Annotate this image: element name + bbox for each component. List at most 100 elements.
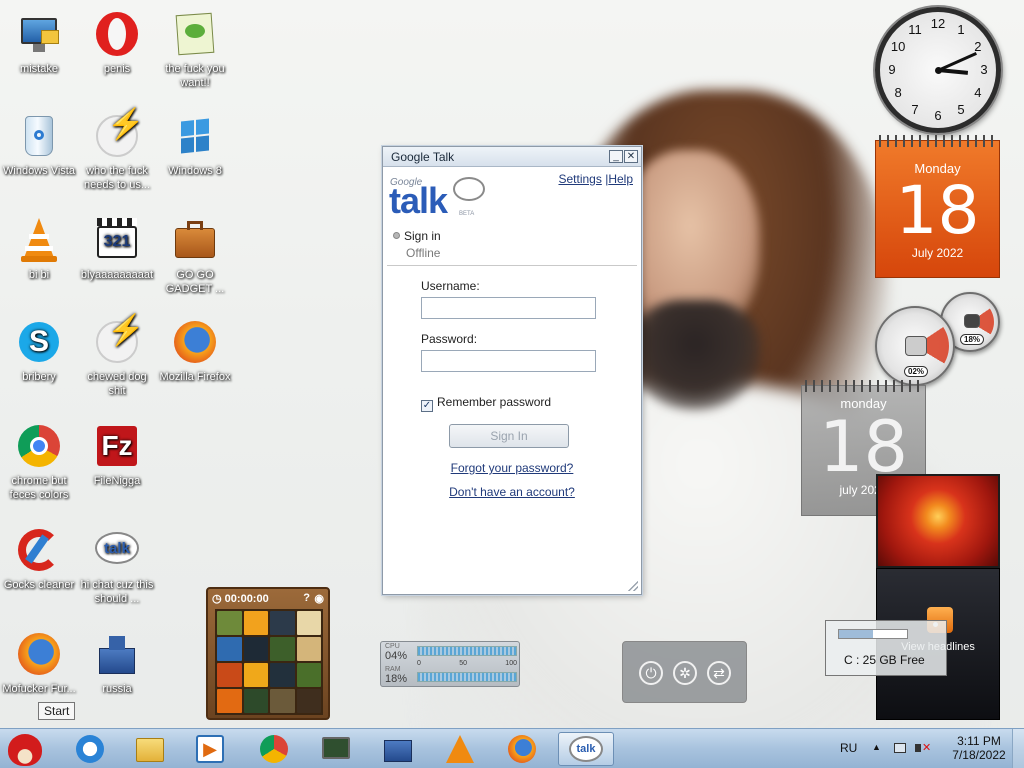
notepad-icon	[171, 10, 219, 58]
switch-user-icon[interactable]: ⇄	[707, 661, 731, 685]
language-indicator[interactable]: RU	[840, 741, 857, 755]
angry-bird-icon	[8, 734, 42, 766]
remember-password-row[interactable]: ✓ Remember password	[421, 395, 551, 412]
taskbar-item-network-monitor[interactable]	[310, 732, 362, 766]
disk-free-label: C : 25 GB Free	[844, 653, 925, 667]
desktop-icon-chewed[interactable]: ⚡ chewed dog shit	[77, 316, 157, 398]
ram-label: RAM	[385, 666, 401, 673]
forgot-password-link[interactable]: Forgot your password?	[383, 461, 641, 475]
desktop-icon-go-go-gadget[interactable]: GO GO GADGET ...	[155, 216, 235, 296]
cpu-chip-icon	[905, 336, 927, 356]
show-desktop-button[interactable]	[1012, 729, 1024, 768]
calendar-gadget-orange[interactable]: Monday 18 July 2022	[875, 135, 1000, 278]
show-hidden-icons-icon[interactable]: ▲	[872, 742, 881, 752]
calendar-rings	[802, 380, 925, 392]
desktop-icon-who-the-fuck[interactable]: ⚡ who the fuck needs to us...	[77, 110, 157, 192]
system-control-gadget: ⏻ ✲ ⇄	[622, 641, 747, 703]
skype-icon: S	[15, 318, 63, 366]
chrome-icon	[15, 422, 63, 470]
cpu-percent: 02%	[904, 366, 929, 377]
flash-icon: ⚡	[93, 110, 144, 160]
taskbar-item-internet-explorer[interactable]	[64, 732, 116, 766]
minimize-button[interactable]: _	[609, 150, 623, 163]
clock-gadget[interactable]: 12 1 2 3 4 5 6 7 8 9 10 11	[875, 7, 1001, 133]
calendar-rings	[876, 135, 999, 147]
vlc-icon	[446, 735, 474, 763]
speech-bubble-icon	[453, 177, 485, 201]
media-player-icon: ▶	[196, 735, 224, 763]
taskbar-item-libraries[interactable]	[124, 732, 176, 766]
picture-icon[interactable]: ◉	[314, 592, 324, 605]
ie-icon	[76, 735, 104, 763]
desktop-icon-windows-vista[interactable]: Windows Vista	[0, 112, 79, 178]
meter-scale: 0 50 100	[417, 660, 517, 667]
filezilla-icon: Fz	[93, 422, 141, 470]
taskbar-item-russia[interactable]	[372, 732, 424, 766]
desktop-icon-blyaaat[interactable]: 321 blyaaaaaaaaat	[77, 216, 157, 282]
sign-in-status[interactable]: Sign in	[393, 229, 441, 243]
network-icon[interactable]	[892, 741, 908, 755]
desktop-icon-bribery[interactable]: S bribery	[0, 318, 79, 384]
castle-icon	[93, 630, 141, 678]
desktop-icon-gocks-cleaner[interactable]: Gocks cleaner	[0, 526, 79, 592]
window-titlebar[interactable]: Google Talk _ ✕	[383, 147, 641, 167]
taskbar-item-google-talk[interactable]: talk	[558, 732, 614, 766]
close-button[interactable]: ✕	[624, 150, 638, 163]
desktop-icon-mozilla-firefox[interactable]: Mozilla Firefox	[155, 318, 235, 384]
status-dot-icon	[393, 232, 400, 239]
volume-muted-icon[interactable]: ✕	[914, 741, 931, 755]
desktop-icon-hi-chat[interactable]: talk hi chat cuz this should ...	[77, 526, 157, 606]
folder-icon	[136, 738, 164, 762]
cpu-bar	[417, 646, 517, 656]
password-input[interactable]	[421, 350, 596, 372]
desktop-icon-russia[interactable]: russia	[77, 630, 157, 696]
clock-numeral: 9	[888, 62, 896, 77]
clock-numeral: 10	[890, 39, 906, 54]
power-icon[interactable]: ⏻	[639, 661, 663, 685]
clock-date[interactable]: 3:11 PM 7/18/2022	[949, 734, 1009, 762]
cpu-ram-meter-gadget[interactable]: CPU 04% 0 50 100 RAM 18%	[380, 641, 520, 687]
desktop-icon-windows-8[interactable]: Windows 8	[155, 112, 235, 178]
status-text: Offline	[406, 246, 441, 260]
start-button[interactable]	[2, 732, 52, 766]
briefcase-icon	[171, 216, 219, 264]
create-account-link[interactable]: Don't have an account?	[383, 485, 641, 499]
firefox-icon	[171, 318, 219, 366]
desktop-icon-penis[interactable]: penis	[77, 10, 157, 76]
system-tray: RU ▲ ✕ 3:11 PM 7/18/2022	[824, 729, 1024, 768]
taskbar-item-chrome[interactable]	[248, 732, 300, 766]
disk-space-gadget[interactable]: C : 25 GB Free	[825, 620, 947, 676]
castle-icon	[384, 740, 412, 762]
desktop-icon-filenigga[interactable]: Fz FileNigga	[77, 422, 157, 488]
desktop-icon-chrome[interactable]: chrome but feces colors	[0, 422, 79, 502]
desktop-icon-mofucker[interactable]: Mofucker Fur...	[0, 630, 79, 696]
help-icon[interactable]: ?	[303, 592, 310, 604]
computer-icon	[15, 10, 63, 58]
desktop-icon-the-fuck[interactable]: the fuck you want!!	[155, 10, 235, 90]
puzzle-grid[interactable]	[215, 609, 323, 715]
settings-link[interactable]: Settings	[558, 172, 601, 186]
sleep-icon[interactable]: ✲	[673, 661, 697, 685]
desktop-icon-bi-bi[interactable]: bi bi	[0, 216, 79, 282]
ram-percent: 18%	[960, 334, 985, 345]
help-link[interactable]: Help	[608, 172, 633, 186]
chrome-icon	[260, 735, 288, 763]
memory-chip-icon	[964, 314, 980, 328]
username-input[interactable]	[421, 297, 596, 319]
taskbar-item-vlc[interactable]	[434, 732, 486, 766]
resize-grip[interactable]	[628, 581, 638, 591]
taskbar-item-media-player[interactable]: ▶	[184, 732, 236, 766]
recycle-bin-icon	[15, 112, 63, 160]
taskbar-item-firefox[interactable]	[496, 732, 548, 766]
cpu-meter-gadget[interactable]: 02%	[875, 306, 955, 386]
clock-numeral: 1	[957, 22, 965, 38]
desktop-icon-mistake[interactable]: mistake	[0, 10, 79, 76]
timer-icon: ◷	[212, 593, 222, 605]
sign-in-button[interactable]: Sign In	[449, 424, 569, 448]
google-talk-icon: talk	[93, 526, 141, 574]
picture-puzzle-gadget[interactable]: ◷ 00:00:00 ? ◉	[206, 587, 330, 720]
username-label: Username:	[421, 279, 480, 293]
clock-numeral: 4	[974, 85, 982, 100]
remember-password-checkbox[interactable]: ✓	[421, 400, 433, 412]
slideshow-gadget[interactable]	[876, 474, 1000, 568]
